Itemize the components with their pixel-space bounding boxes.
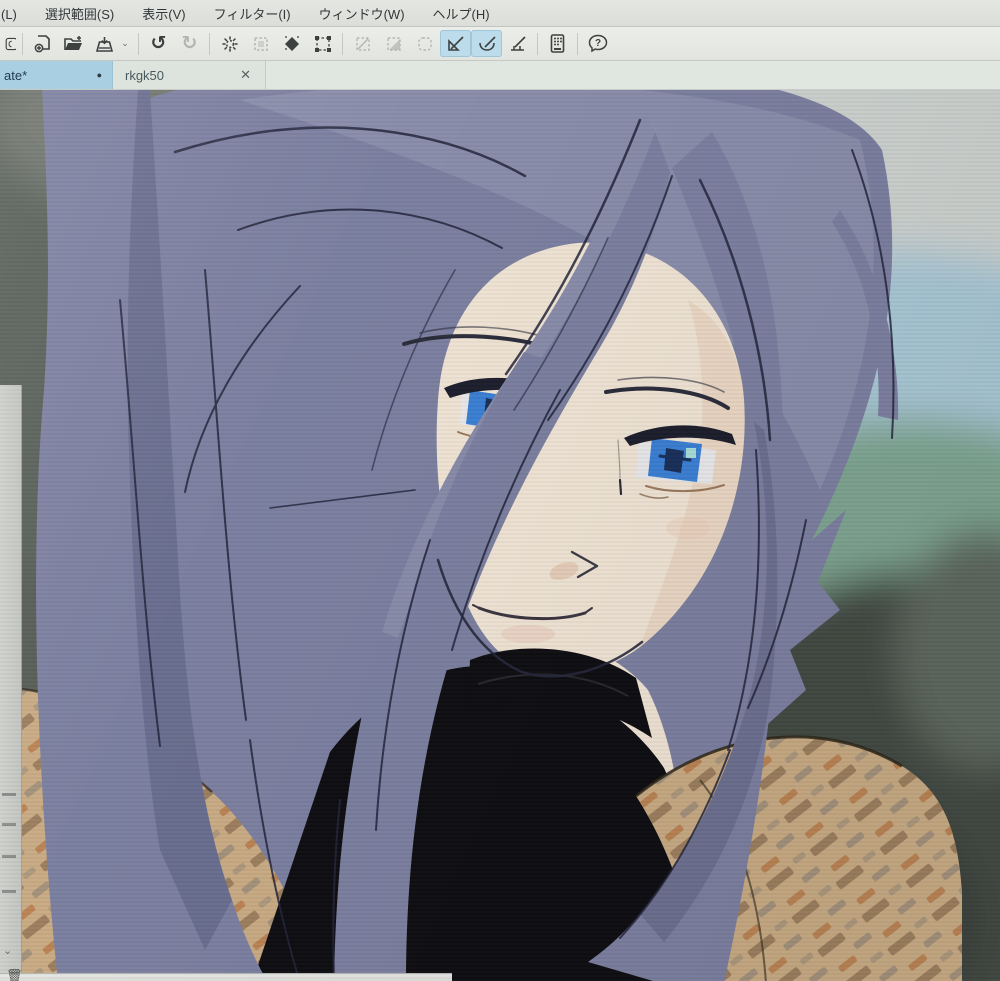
menu-filter[interactable]: フィルター(I) (200, 0, 305, 26)
crop-selection-icon (347, 30, 378, 57)
modified-dot-icon: ● (96, 70, 102, 80)
toolbar-separator (138, 32, 139, 55)
undo-icon[interactable]: ↺ (143, 30, 174, 57)
panel-mark (2, 823, 16, 826)
reselect-icon (245, 30, 276, 57)
clipped-tool-icon[interactable] (2, 30, 16, 57)
document-tab-bar: ate* ● rkgk50 ✕ (0, 61, 1000, 90)
help-icon[interactable]: ? (582, 30, 613, 57)
close-tab-icon[interactable]: ✕ (238, 67, 253, 83)
tab-label: rkgk50 (125, 67, 165, 83)
toolbar-separator (537, 32, 538, 55)
left-panel-edge-scrollbar[interactable]: ⌄ (0, 385, 22, 981)
toolbar-separator (209, 32, 210, 55)
save-dropdown-chevron[interactable]: ⌄ (118, 30, 132, 57)
menu-select[interactable]: 選択範囲(S) (31, 0, 128, 26)
mask-selection-icon (378, 30, 409, 57)
paint-app-window: ー(L) 選択範囲(S) 表示(V) フィルター(I) ウィンドウ(W) ヘルプ… (0, 0, 1000, 981)
menu-help[interactable]: ヘルプ(H) (419, 0, 504, 26)
menu-bar: ー(L) 選択範囲(S) 表示(V) フィルター(I) ウィンドウ(W) ヘルプ… (0, 0, 1000, 27)
snap-special-ruler-icon[interactable] (471, 30, 502, 57)
collapse-chevron-icon[interactable]: ⌄ (3, 944, 12, 957)
toolbar-separator (342, 32, 343, 55)
menu-layer[interactable]: ー(L) (0, 0, 31, 26)
toolbar-separator (577, 32, 578, 55)
tablet-controller-icon[interactable] (542, 30, 573, 57)
panel-mark (2, 855, 16, 858)
deselect-icon[interactable] (214, 30, 245, 57)
tab-label: ate* (4, 67, 28, 83)
transform-icon[interactable] (307, 30, 338, 57)
toolbar-separator (22, 32, 23, 55)
status-bar (0, 973, 452, 981)
redo-icon: ↻ (181, 33, 198, 54)
artwork-illustration (0, 90, 1000, 981)
tab-illustrate[interactable]: ate* ● (0, 61, 113, 89)
menu-view[interactable]: 表示(V) (128, 0, 199, 26)
panel-mark (2, 890, 16, 893)
panel-mark (2, 793, 16, 796)
tab-rkgk50[interactable]: rkgk50 ✕ (113, 61, 266, 89)
svg-text:?: ? (594, 38, 600, 49)
menu-window[interactable]: ウィンドウ(W) (305, 0, 419, 26)
canvas-document[interactable]: ⌄ 🗑 (0, 90, 1000, 981)
toolbar: ⌄ ↺ ↻ ? (0, 27, 1000, 61)
stencil-selection-icon (409, 30, 440, 57)
open-file-icon[interactable] (58, 30, 89, 57)
new-file-icon[interactable] (27, 30, 58, 57)
snap-ruler-icon[interactable] (440, 30, 471, 57)
save-icon[interactable] (89, 30, 120, 57)
invert-selection-icon[interactable] (276, 30, 307, 57)
snap-grid-icon[interactable] (502, 30, 533, 57)
trash-icon[interactable]: 🗑 (6, 969, 23, 981)
